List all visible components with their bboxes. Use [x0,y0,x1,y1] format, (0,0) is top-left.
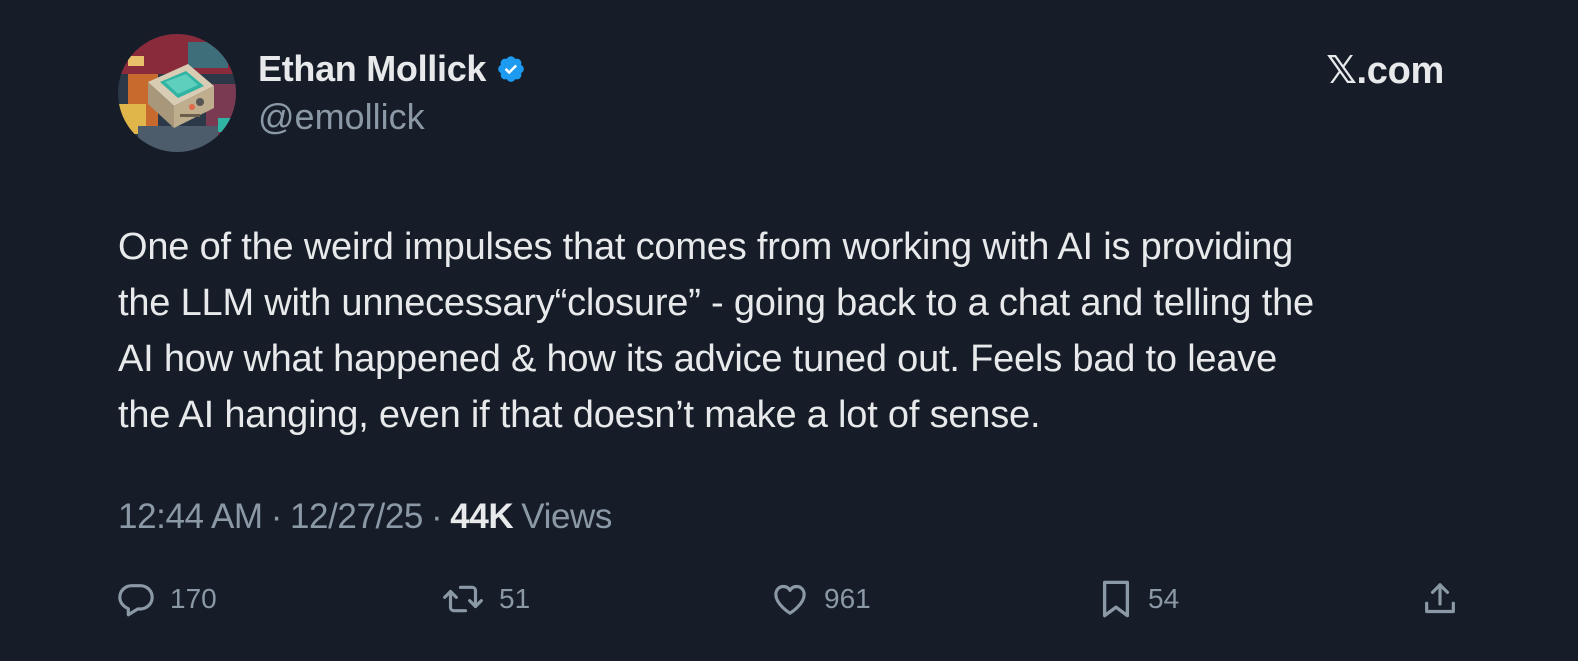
bookmark-count: 54 [1148,583,1180,614]
tweet-meta: 12:44 AM · 12/27/25 · 44K Views [118,497,612,537]
tweet-date[interactable]: 12/27/25 [290,497,423,537]
like-button[interactable]: 961 [770,576,871,622]
meta-separator: · [431,497,443,536]
share-icon [1425,583,1455,614]
like-count: 961 [824,583,871,614]
tweet-time[interactable]: 12:44 AM [118,497,263,537]
repost-button[interactable]: 51 [441,576,530,622]
bookmark-icon [1102,580,1130,618]
reply-count: 170 [170,583,217,614]
x-brand-label[interactable]: 𝕏.com [1326,48,1444,93]
views-count: 44K [450,497,514,536]
reply-button[interactable]: 170 [116,576,217,622]
verified-badge-icon[interactable] [496,54,526,84]
author-block: Ethan Mollick @emollick [258,44,526,138]
bookmark-button[interactable]: 54 [1098,576,1179,622]
retro-computer-illustration-avatar [118,34,236,152]
author-name-row: Ethan Mollick [258,44,526,94]
author-handle[interactable]: @emollick [258,96,526,138]
heart-icon [774,584,806,615]
tweet-card: Ethan Mollick @emollick 𝕏.com One of the… [0,0,1578,661]
reply-icon [118,584,154,617]
repost-icon [443,585,483,613]
repost-count: 51 [499,583,531,614]
meta-separator: · [270,497,283,536]
share-button[interactable] [1420,576,1460,622]
author-display-name[interactable]: Ethan Mollick [258,48,486,90]
tweet-text: One of the weird impulses that comes fro… [118,226,1314,436]
avatar[interactable] [118,34,236,152]
tweet-actions-bar: 170 51 961 54 [0,576,1578,622]
views-label: Views [521,497,613,536]
